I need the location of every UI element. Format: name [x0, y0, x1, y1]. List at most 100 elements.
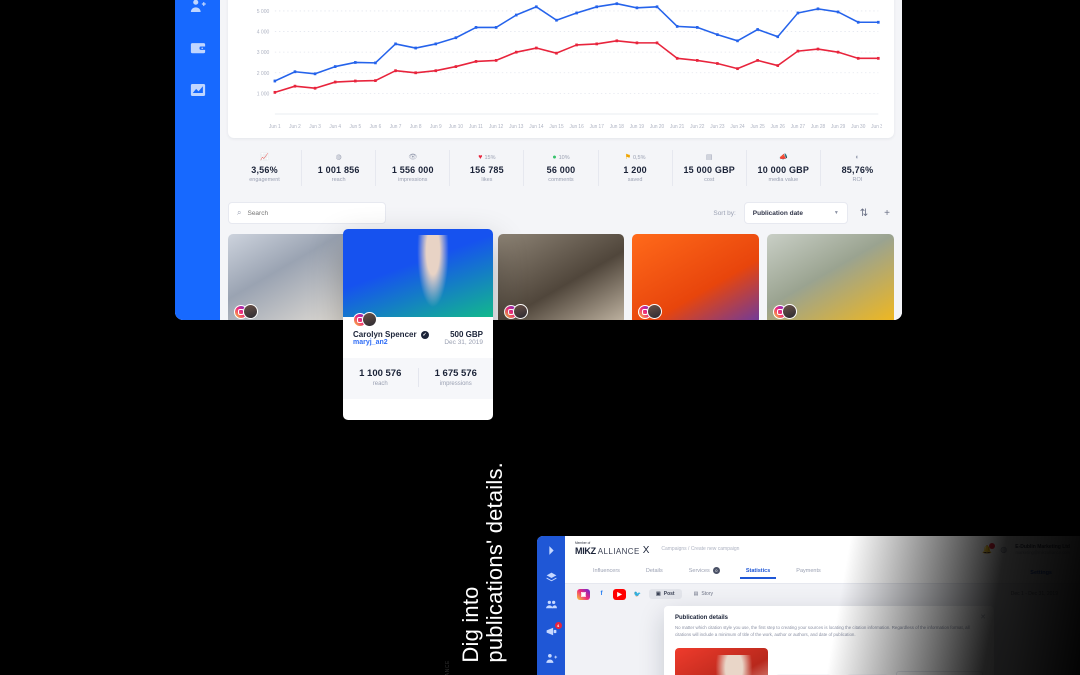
popup-stats: 1 100 576 reach 1 675 576 impressions — [343, 358, 493, 399]
popup-body: Carolyn Spencer ✓ 500 GBP maryj_an2 Dec … — [343, 317, 493, 399]
metric-reach: ◍ 1 001 856 reach — [302, 150, 377, 186]
metric-label: reach — [372, 381, 388, 387]
sort-descending-icon[interactable]: ⇅ — [856, 208, 872, 219]
svg-text:Jun 22: Jun 22 — [690, 124, 704, 130]
users-icon[interactable] — [545, 598, 558, 611]
dialog-body-text: No matter which citation style you use, … — [675, 625, 970, 637]
channel-filter-row: ▣ f ▶ 🐦 ▣ Post ▤ Story Dec 1 - Dec 31, 201… — [565, 584, 1080, 604]
metric-impressions: 👁 1 556 000 impressions — [376, 150, 451, 186]
logo-x-icon: X — [642, 544, 650, 556]
avatar — [353, 312, 377, 327]
svg-text:Jun 11: Jun 11 — [469, 124, 483, 130]
date-range-label[interactable]: Dec 1 - Dec 31, 2019 — [1011, 591, 1068, 597]
breadcrumb[interactable]: Campaigns / Create new campaign — [661, 546, 739, 552]
twitter-icon[interactable]: 🐦 — [631, 589, 644, 600]
reach-icon: ◍ — [335, 154, 342, 161]
marketing-headline: Dig into publications' details. — [458, 462, 507, 663]
svg-text:Jun 3: Jun 3 — [309, 124, 321, 130]
sort-select[interactable]: Publication date ▼ — [743, 202, 848, 224]
campaign-statistics-window: 4 Member of MIKZ ALLIANCE X Campaigns / … — [537, 536, 1080, 675]
publications-grid — [228, 234, 894, 320]
svg-text:Jun 17: Jun 17 — [590, 124, 604, 130]
expand-icon[interactable] — [545, 544, 558, 557]
svg-text:Jun 10: Jun 10 — [449, 124, 463, 130]
campaigns-icon[interactable]: 4 — [545, 622, 562, 638]
metrics-summary-row: 📈 3,56% engagement ◍ 1 001 856 reach 👁 1… — [228, 146, 894, 190]
tab-influencers[interactable]: Influencers — [593, 568, 620, 578]
metric-label: cost — [704, 177, 715, 183]
settings-link[interactable]: Settings — [1030, 570, 1052, 576]
dialog-title: Publication details — [675, 615, 729, 621]
line-chart: 1 0002 0003 0004 0005 0006 000Jun 1Jun 2… — [240, 0, 882, 134]
logo-mark: MIKZ — [575, 545, 596, 556]
add-user-icon[interactable] — [188, 0, 208, 16]
app-main-content: CHANNEL SUMMARY Impressions ▼ vs Likes ▼ — [220, 0, 902, 320]
browser-sidebar: 4 — [537, 536, 565, 675]
svg-text:3 000: 3 000 — [257, 50, 270, 56]
influencer-handle[interactable]: maryj_an2 — [353, 339, 388, 346]
layers-icon[interactable] — [545, 571, 558, 584]
page-root: CHANNEL SUMMARY Impressions ▼ vs Likes ▼ — [0, 0, 1080, 675]
app-logo[interactable]: Member of MIKZ ALLIANCE X — [575, 542, 650, 556]
tab-details[interactable]: Details — [646, 568, 663, 578]
publication-details-dialog: ✕ Publication details No matter which ci… — [664, 606, 994, 675]
search-box[interactable]: ⌕ — [228, 202, 386, 224]
svg-text:Jun 8: Jun 8 — [410, 124, 422, 130]
svg-text:Jun 25: Jun 25 — [751, 124, 765, 130]
publication-card-3[interactable] — [497, 234, 625, 320]
account-info[interactable]: E-Dublin Marketing Ltd marketing@mikzall… — [1015, 544, 1070, 555]
avatar — [503, 304, 528, 319]
youtube-icon[interactable]: ▶ — [613, 588, 626, 600]
publication-card-5[interactable] — [767, 234, 894, 320]
period-selector[interactable]: All the time ▦ — [896, 670, 983, 675]
popup-handle-row: maryj_an2 Dec 31, 2019 — [353, 339, 483, 346]
metric-likes: ♥ 15% 156 785 likes — [450, 150, 525, 186]
plus-icon[interactable]: + — [880, 208, 894, 219]
metric-saved: ⚑ 0,5% 1 200 saved — [599, 150, 673, 186]
svg-text:Jun 12: Jun 12 — [489, 124, 503, 130]
publications-toolbar: ⌕ Sort by: Publication date ▼ ⇅ + — [228, 202, 894, 224]
metric-roi: ◐ 85,76% ROI — [821, 150, 894, 186]
metric-change: 15% — [484, 155, 496, 161]
publication-card-1[interactable] — [228, 234, 355, 320]
metric-change: 0,5% — [632, 155, 646, 161]
post-type-post[interactable]: ▣ Post — [649, 589, 682, 599]
publication-thumbnail[interactable] — [675, 647, 769, 675]
metric-value: 10 000 GBP — [757, 165, 810, 175]
post-type-story[interactable]: ▤ Story — [687, 589, 720, 599]
close-icon[interactable]: ✕ — [980, 613, 986, 621]
facebook-icon[interactable]: f — [595, 589, 608, 600]
tab-statistics[interactable]: Statistics — [739, 568, 777, 579]
instagram-icon[interactable]: ▣ — [577, 588, 590, 600]
influencer-name-text: Carolyn Spencer — [353, 330, 417, 339]
campaigns-badge: 4 — [554, 622, 562, 629]
account-email: marketing@mikzalliance.com — [1015, 549, 1070, 555]
svg-text:Jun 15: Jun 15 — [549, 124, 563, 130]
tab-services[interactable]: Services 0 — [689, 567, 720, 578]
avatar-photo — [782, 304, 798, 319]
svg-text:Jun 5: Jun 5 — [350, 124, 362, 130]
help-icon[interactable]: ◍ — [1000, 545, 1007, 554]
add-user-icon[interactable] — [545, 652, 558, 665]
tab-payments[interactable]: Payments — [796, 568, 820, 578]
chevron-down-icon: ▼ — [833, 210, 839, 216]
roi-icon: ◐ — [855, 154, 860, 161]
tab-badge: 0 — [712, 567, 720, 574]
svg-text:Jun 30: Jun 30 — [851, 124, 865, 130]
analytics-icon[interactable] — [188, 80, 208, 100]
notification-dot — [989, 542, 996, 549]
bell-icon[interactable]: 🔔 — [982, 542, 996, 554]
search-input[interactable] — [247, 209, 377, 217]
metric-value: 15 000 GBP — [683, 165, 735, 175]
svg-text:Jun 26: Jun 26 — [771, 124, 785, 130]
avatar-photo — [362, 312, 377, 327]
metric-value: 56 000 — [546, 165, 576, 175]
svg-text:Jun 14: Jun 14 — [529, 124, 543, 130]
popup-metric-reach: 1 100 576 reach — [343, 368, 419, 387]
publication-card-4[interactable] — [632, 234, 760, 320]
svg-text:Jun 20: Jun 20 — [650, 124, 664, 130]
svg-text:Jun 31: Jun 31 — [871, 124, 882, 130]
publication-detail-popup[interactable]: Carolyn Spencer ✓ 500 GBP maryj_an2 Dec … — [343, 229, 493, 420]
account-name: E-Dublin Marketing Ltd — [1015, 543, 1070, 550]
wallet-icon[interactable] — [188, 38, 208, 58]
